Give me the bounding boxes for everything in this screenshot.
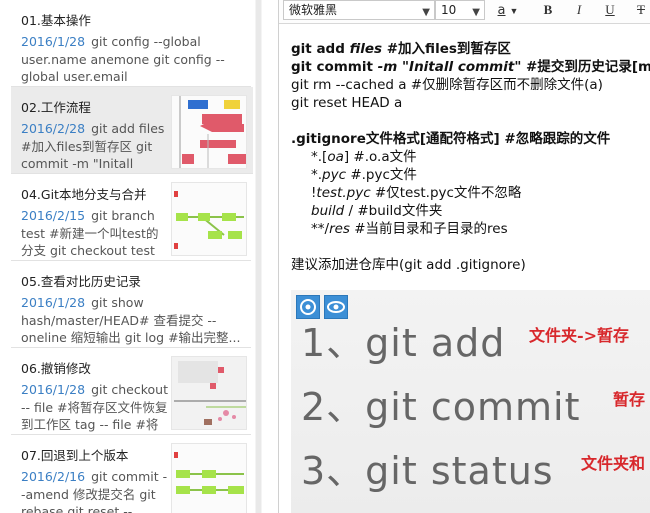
list-scrollbar[interactable] [255,0,262,513]
note-snippet: 2016/2/16 git commit --amend 修改提交名 git re… [21,468,169,513]
document-body[interactable]: git add files #加入files到暂存区 git commit -m… [291,40,650,274]
doc-heading: .gitignore文件格式[通配符格式] #忽略跟踪的文件 [291,131,611,147]
note-list: 01.基本操作 2016/1/28 git config --global use… [0,0,255,513]
image-annotation: 暂存 [613,390,646,409]
list-item[interactable]: 02.工作流程 2016/2/28 git add files #加入files到… [11,87,253,174]
font-color-icon: a [497,3,506,18]
font-size-select[interactable]: 10 ▼ [435,0,485,20]
code-text: **/ [311,221,330,237]
note-editor: 微软雅黑 ▼ 10 ▼ a ▼ B I U T git add files #加入fi… [278,0,650,513]
doc-line: git add files #加入files到暂存区 [291,40,650,58]
image-text-line: 2、git commit [301,385,581,429]
code-arg: res [329,221,350,237]
doc-line: *.pyc #.pyc文件 [291,166,650,184]
doc-line: git commit -m "Initall commit" #提交到历史记录[… [291,58,650,76]
list-item[interactable]: 05.查看对比历史记录 2016/1/28 git show hash/maste… [11,261,251,348]
reset-diagram-thumbnail [172,444,246,513]
note-thumbnail [171,356,247,430]
doc-line: git rm --cached a #仅删除暂存区而不删除文件(a) [291,77,603,93]
list-item[interactable]: 04.Git本地分支与合并 2016/2/15 git branch test #… [11,174,251,261]
doc-line: *.[oa] #.o.a文件 [291,148,650,166]
image-annotation: 文件夹->暂存 [529,326,630,345]
code-arg: pyc [322,167,347,183]
strikethrough-icon: T [637,2,645,17]
underline-button[interactable]: U [599,0,621,22]
note-date: 2016/1/28 [21,34,86,49]
code-comment: #.pyc文件 [346,167,417,183]
note-snippet: 2016/1/28 git show hash/master/HEAD# 查看提交… [21,294,249,347]
code-arg: files [349,41,383,57]
code-arg: build [311,203,345,219]
note-date: 2016/1/28 [21,295,86,310]
code-arg: "Initall commit" [397,59,522,75]
list-item[interactable]: 07.回退到上个版本 2016/2/16 git commit --amend 修… [11,435,251,513]
note-title: 07.回退到上个版本 [21,448,129,463]
image-text-line: 3、git status [301,449,554,493]
font-color-button[interactable]: a ▼ [493,0,523,22]
code-comment: ] #.o.a文件 [343,149,417,165]
bold-icon: B [543,2,553,17]
image-annotation: 文件夹和 [581,454,646,473]
code-text: git commit [291,59,378,75]
note-title: 05.查看对比历史记录 [21,274,141,289]
list-scrollbar-thumb[interactable] [256,0,261,513]
note-thumbnail [171,443,247,513]
font-family-value: 微软雅黑 [289,3,338,17]
note-date: 2016/2/15 [21,208,86,223]
code-comment: #仅test.pyc文件不忽略 [370,185,522,201]
strikethrough-button[interactable]: T [630,0,650,22]
underline-icon: U [605,2,615,17]
doc-line: !test.pyc #仅test.pyc文件不忽略 [291,184,650,202]
code-arg: test.pyc [316,185,371,201]
note-thumbnail [171,182,247,256]
code-text: *.[ [311,149,328,165]
note-snippet: 2016/1/28 git config --global user.name a… [21,33,249,86]
format-toolbar: 微软雅黑 ▼ 10 ▼ a ▼ B I U T [279,0,650,24]
branch-diagram-thumbnail [172,183,246,255]
note-snippet: 2016/2/28 git add files #加入files到暂存区 git … [21,120,169,173]
code-arg: oa [327,149,344,165]
note-date: 2016/2/16 [21,469,86,484]
note-title: 01.基本操作 [21,13,91,28]
undo-diagram-thumbnail [172,357,246,429]
list-item[interactable]: 01.基本操作 2016/1/28 git config --global use… [11,0,251,87]
code-comment: / #build文件夹 [344,203,443,219]
font-size-value: 10 [441,3,457,17]
doc-line: git reset HEAD a [291,95,403,111]
font-family-select[interactable]: 微软雅黑 ▼ [283,0,435,20]
note-list-pane: 01.基本操作 2016/1/28 git config --global use… [0,0,262,513]
image-text-line: 1、git add [301,321,506,365]
chevron-down-icon: ▼ [509,6,519,16]
list-item[interactable]: 06.撤销修改 2016/1/28 git checkout -- file #将… [11,348,251,435]
note-title: 06.撤销修改 [21,361,91,376]
chevron-down-icon: ▼ [472,7,480,18]
note-title: 04.Git本地分支与合并 [21,187,147,202]
code-comment: #加入files到暂存区 [382,41,511,57]
italic-button[interactable]: I [568,0,590,22]
doc-line: 建议添加进仓库中(git add .gitignore) [291,257,526,273]
bold-button[interactable]: B [537,0,559,22]
code-text: *. [311,167,323,183]
note-date: 2016/1/28 [21,382,86,397]
chevron-down-icon: ▼ [422,7,430,18]
code-flag: -m [377,59,398,75]
code-comment: #提交到历史记录[modify [526,59,650,75]
workflow-diagram-thumbnail [172,96,246,168]
code-text: git add [291,41,350,57]
embedded-image[interactable]: 1、git add 2、git commit 3、git status 文件夹-… [291,290,650,513]
doc-line: **/res #当前目录和子目录的res [291,220,650,238]
doc-line: build / #build文件夹 [291,202,650,220]
note-thumbnail [171,95,247,169]
code-comment: #当前目录和子目录的res [349,221,508,237]
note-date: 2016/2/28 [21,121,86,136]
italic-icon: I [576,2,582,17]
note-title: 02.工作流程 [21,100,91,115]
note-snippet: 2016/1/28 git checkout -- file #将暂存区文件恢复到… [21,381,169,434]
note-snippet: 2016/2/15 git branch test #新建一个叫test的分支 g… [21,207,169,260]
